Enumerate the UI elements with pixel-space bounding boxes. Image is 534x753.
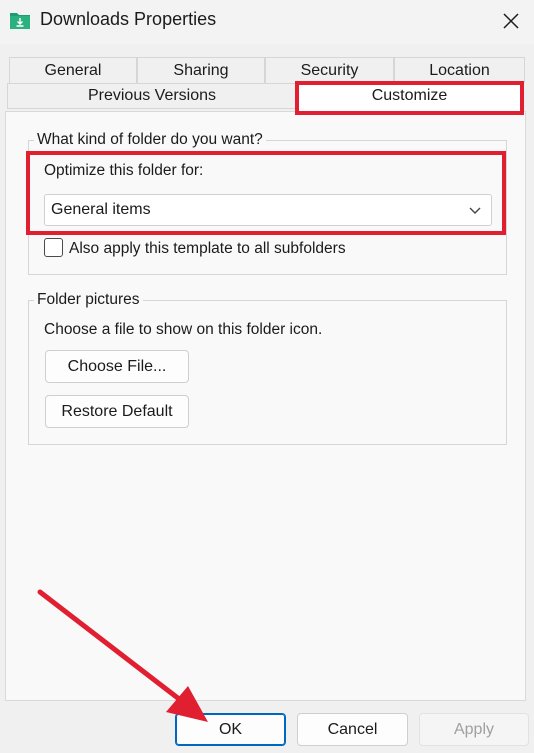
tab-security[interactable]: Security (265, 57, 394, 83)
apply-button[interactable]: Apply (419, 713, 529, 746)
optimize-folder-select[interactable]: General items (44, 194, 492, 226)
tab-previous-versions[interactable]: Previous Versions (7, 83, 297, 109)
folder-pictures-group-label: Folder pictures (34, 291, 143, 309)
close-icon (503, 13, 519, 29)
choose-file-button[interactable]: Choose File... (45, 350, 189, 383)
cancel-button[interactable]: Cancel (297, 713, 408, 746)
downloads-folder-icon (10, 13, 30, 29)
ok-button[interactable]: OK (175, 713, 286, 746)
optimize-label: Optimize this folder for: (44, 162, 204, 179)
apply-subfolders-checkbox[interactable] (44, 238, 63, 257)
window-title: Downloads Properties (40, 9, 217, 29)
chevron-down-icon (469, 207, 481, 214)
tab-customize[interactable]: Customize (297, 82, 522, 112)
folder-pictures-description: Choose a file to show on this folder ico… (44, 321, 323, 338)
optimize-folder-selected-value: General items (51, 201, 151, 218)
close-button[interactable] (488, 0, 534, 42)
apply-subfolders-label: Also apply this template to all subfolde… (69, 240, 346, 257)
tab-location[interactable]: Location (394, 57, 525, 83)
restore-default-button[interactable]: Restore Default (45, 395, 189, 428)
folder-type-group-label: What kind of folder do you want? (34, 131, 266, 149)
title-bar: Downloads Properties (0, 0, 534, 44)
tab-general[interactable]: General (9, 57, 137, 83)
tab-sharing[interactable]: Sharing (137, 57, 265, 83)
